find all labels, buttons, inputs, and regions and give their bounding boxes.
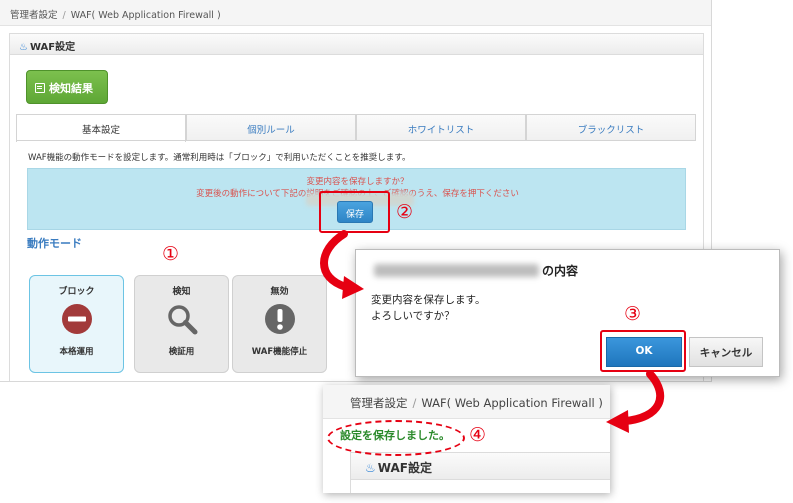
tab-label: ブラックリスト [577,125,645,136]
mode-name: 無効 [270,287,289,297]
mode-subtitle: WAF機能停止 [251,347,308,357]
tab-divider [16,140,696,141]
mode-section-title: 動作モード [27,237,82,250]
tab-label: 個別ルール [247,125,295,136]
tab-label: ホワイトリスト [407,125,475,136]
list-icon [35,83,45,93]
step-3-marker: ③ [624,303,642,325]
tab-label: 基本設定 [81,125,120,136]
result-breadcrumb: 管理者設定 / WAF( Web Application Firewall ) [323,385,610,419]
mode-card-block[interactable]: ブロック 本格運用 [29,275,124,373]
result-breadcrumb-root[interactable]: 管理者設定 [350,396,408,410]
tab-basic-settings[interactable]: 基本設定 [16,114,186,142]
cancel-button[interactable]: キャンセル [689,337,763,367]
breadcrumb-root[interactable]: 管理者設定 [10,10,58,21]
detection-results-button[interactable]: 検知結果 [26,70,108,104]
confirm-dialog: の内容 変更内容を保存します。 よろしいですか？ OK キャンセル [355,249,780,377]
mode-subtitle: 本格運用 [59,347,94,357]
breadcrumb-separator: / [62,10,66,21]
tab-individual-rules[interactable]: 個別ルール [186,114,356,141]
step-1-marker: ① [162,243,180,265]
save-button-highlight [319,191,390,233]
breadcrumb: 管理者設定 / WAF( Web Application Firewall ) [0,0,711,26]
flame-icon: ♨ [365,461,376,475]
result-section-body [350,480,610,493]
dialog-title: の内容 [542,264,579,278]
ok-button-highlight [600,330,686,372]
mode-name: 検知 [172,287,191,297]
detection-results-label: 検知結果 [49,82,93,95]
result-breadcrumb-separator: / [412,396,417,410]
tab-whitelist[interactable]: ホワイトリスト [356,114,526,141]
result-section-header: ♨ WAF設定 [350,452,610,480]
step-4-marker: ④ [469,424,487,446]
magnifier-icon [168,305,198,335]
breadcrumb-current: WAF( Web Application Firewall ) [70,10,221,21]
exclamation-icon [265,304,295,334]
flame-icon: ♨ [19,42,28,53]
result-section-title: WAF設定 [377,461,432,475]
mode-card-disabled[interactable]: 無効 WAF機能停止 [232,275,327,373]
blurred-hostname [374,264,539,277]
tab-bar: 基本設定 個別ルール ホワイトリスト ブラックリスト [16,114,696,142]
mode-description: WAF機能の動作モードを設定します。通常利用時は「ブロック」で利用いただくことを… [28,153,411,163]
dialog-message-1: 変更内容を保存します。 [371,294,486,306]
tab-blacklist[interactable]: ブラックリスト [526,114,696,141]
section-title: WAF設定 [29,42,76,53]
section-header: ♨ WAF設定 [9,33,704,55]
notice-line-1: 変更内容を保存しますか？ [306,177,409,187]
no-entry-icon [62,304,92,334]
mode-subtitle: 検証用 [168,347,195,357]
dialog-message-2: よろしいですか？ [371,310,455,322]
step-2-marker: ② [396,201,414,223]
mode-name: ブロック [58,287,95,297]
mode-card-detect[interactable]: 検知 検証用 [134,275,229,373]
result-breadcrumb-current: WAF( Web Application Firewall ) [421,396,603,410]
success-message-highlight [327,420,465,456]
